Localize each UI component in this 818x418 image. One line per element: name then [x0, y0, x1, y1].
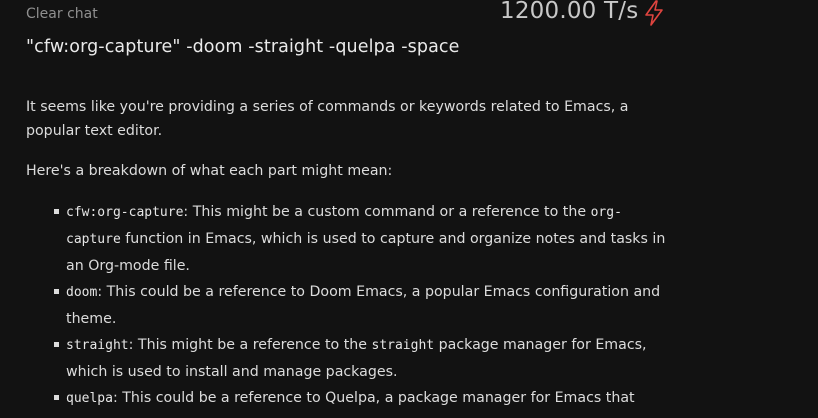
lightning-bolt-icon	[645, 0, 663, 26]
item-text: : This might be a reference to the	[128, 337, 372, 353]
item-text: : This could be a reference to Doom Emac…	[66, 284, 661, 327]
inline-code: doom	[66, 285, 98, 300]
bullet-icon	[54, 289, 59, 294]
tokens-per-second-readout: 1200.00 T/s	[500, 0, 639, 24]
assistant-response: It seems like you're providing a series …	[26, 95, 674, 418]
breakdown-list: cfw:org-capture: This might be a custom …	[26, 199, 674, 418]
item-text: : This might be a custom command or a re…	[183, 204, 591, 220]
bullet-icon	[54, 342, 59, 347]
user-prompt: "cfw:org-capture" -doom -straight -quelp…	[26, 37, 460, 57]
bullet-icon	[54, 395, 59, 400]
inline-code: cfw:org-capture	[66, 205, 184, 220]
bullet-icon	[54, 209, 59, 214]
item-text: : This could be a reference to Quelpa, a…	[66, 390, 635, 418]
list-item: doom: This could be a reference to Doom …	[26, 279, 674, 332]
inline-code: straight	[66, 338, 129, 353]
list-item: cfw:org-capture: This might be a custom …	[26, 199, 674, 279]
clear-chat-button[interactable]: Clear chat	[26, 6, 98, 22]
list-item: quelpa: This could be a reference to Que…	[26, 385, 674, 418]
item-text: function in Emacs, which is used to capt…	[66, 231, 666, 274]
inline-code: straight	[371, 338, 435, 353]
inline-code: quelpa	[66, 391, 113, 406]
chat-page: Clear chat 1200.00 T/s "cfw:org-capture"…	[0, 0, 818, 418]
response-breakdown-heading: Here's a breakdown of what each part mig…	[26, 163, 393, 179]
response-intro: It seems like you're providing a series …	[26, 99, 629, 139]
list-item: straight: This might be a reference to t…	[26, 332, 674, 385]
